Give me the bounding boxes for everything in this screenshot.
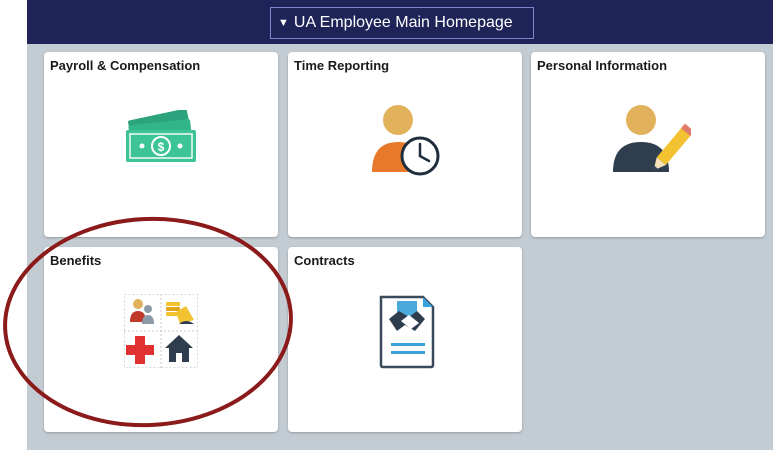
money-icon: $ bbox=[122, 108, 202, 171]
tile-personal-information[interactable]: Personal Information bbox=[531, 52, 765, 237]
homepage-background: ▼ UA Employee Main Homepage Payroll & Com… bbox=[27, 0, 773, 450]
triangle-down-icon: ▼ bbox=[278, 17, 289, 29]
tile-benefits[interactable]: Benefits bbox=[44, 247, 278, 432]
top-navigation-bar: ▼ UA Employee Main Homepage bbox=[27, 0, 773, 44]
tile-time-reporting[interactable]: Time Reporting bbox=[288, 52, 522, 237]
tile-title: Time Reporting bbox=[294, 58, 390, 73]
tile-payroll-compensation[interactable]: Payroll & Compensation $ bbox=[44, 52, 278, 237]
svg-text:$: $ bbox=[158, 140, 165, 154]
tile-title: Personal Information bbox=[537, 58, 668, 73]
person-clock-icon bbox=[368, 100, 444, 185]
homepage-selector-label: UA Employee Main Homepage bbox=[293, 14, 513, 31]
tile-title: Contracts bbox=[294, 253, 355, 268]
tile-title: Benefits bbox=[50, 253, 102, 268]
homepage-selector[interactable]: ▼ UA Employee Main Homepage bbox=[270, 7, 534, 39]
tile-title: Payroll & Compensation bbox=[50, 58, 201, 73]
benefits-grid-icon bbox=[124, 294, 198, 373]
tile-contracts[interactable]: Contracts bbox=[288, 247, 522, 432]
contract-document-icon bbox=[377, 295, 437, 376]
person-pencil-icon bbox=[611, 100, 695, 185]
